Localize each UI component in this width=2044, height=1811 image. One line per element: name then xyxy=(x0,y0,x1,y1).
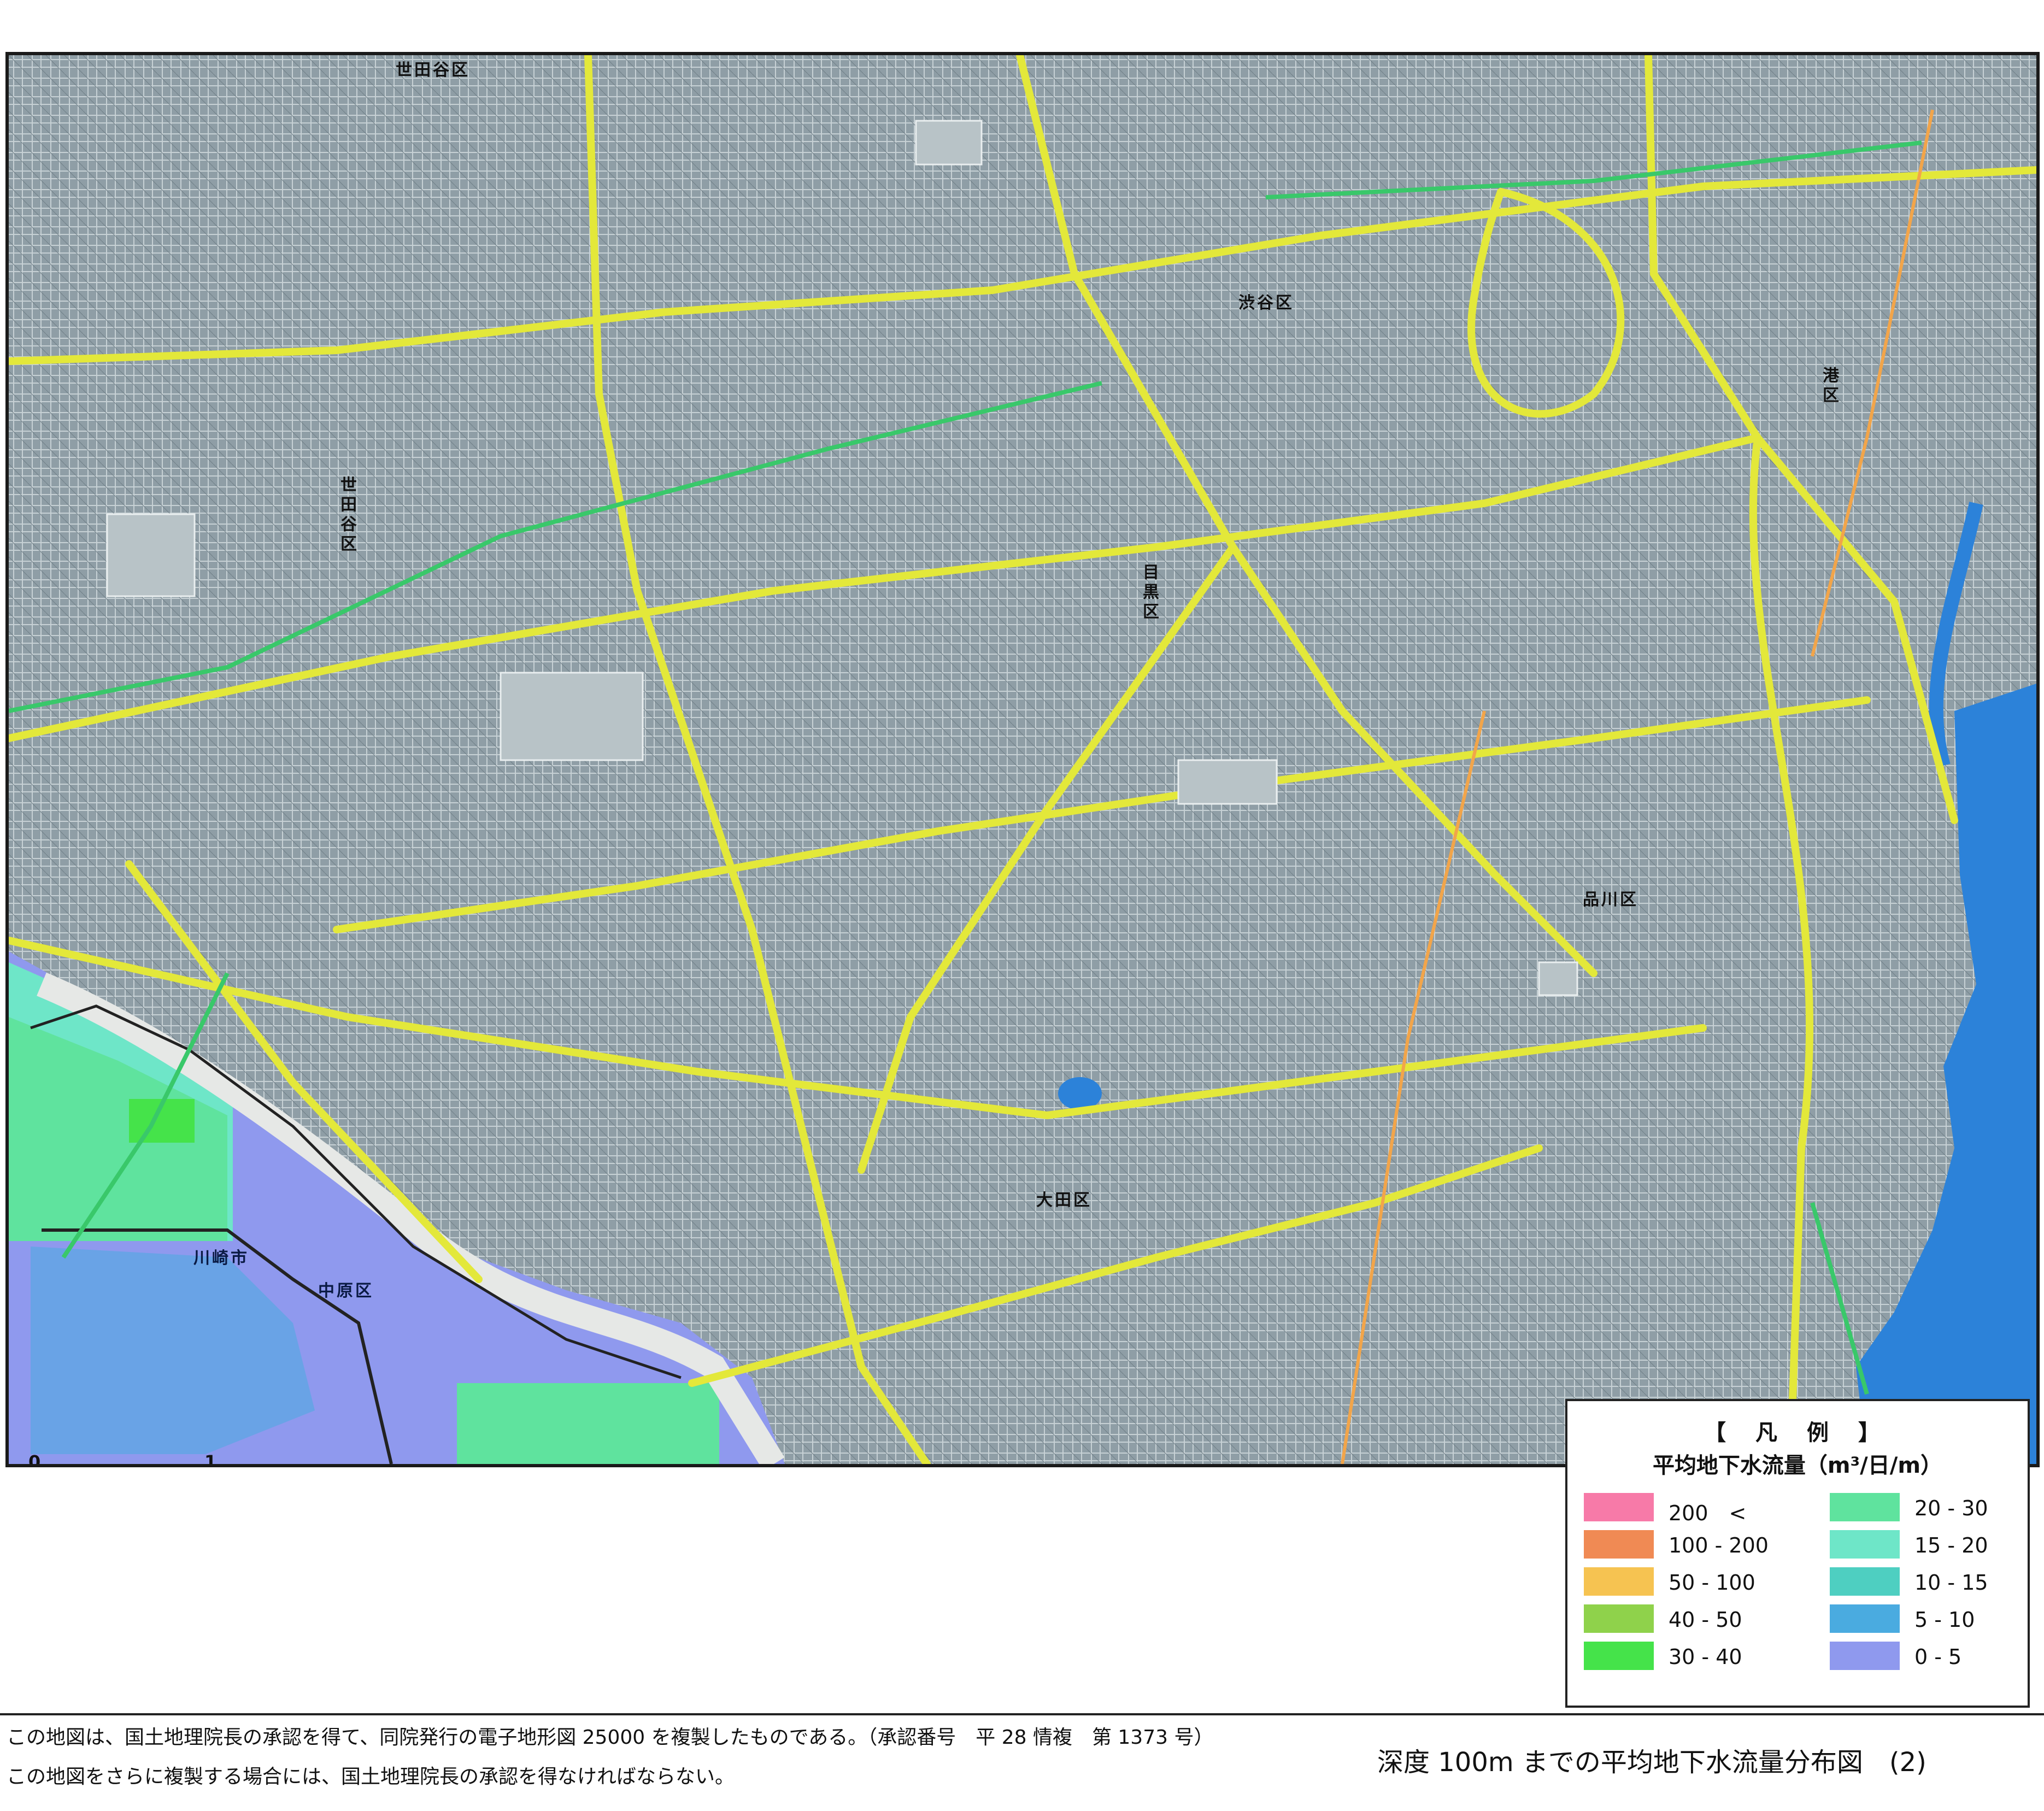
ward-label-shibuya: 渋谷区 xyxy=(1238,293,1294,313)
legend-swatch xyxy=(1584,1530,1654,1559)
legend-swatch xyxy=(1830,1642,1900,1670)
legend-swatch xyxy=(1830,1493,1900,1521)
scale-zero-label: 0 xyxy=(28,1451,41,1467)
legend-swatch xyxy=(1584,1493,1654,1521)
legend-box: 【 凡 例 】 平均地下水流量（m³/日/m） 200 < 100 - 200 … xyxy=(1565,1399,2030,1708)
legend-swatch xyxy=(1584,1604,1654,1633)
legend-label: 50 - 100 xyxy=(1669,1571,1755,1595)
ward-label-nakahara: 中原区 xyxy=(318,1281,374,1301)
copyright-note: この地図は、国土地理院長の承認を得て、同院発行の電子地形図 25000 を複製し… xyxy=(7,1726,1214,1749)
ward-label-meguro: 目黒区 xyxy=(1140,563,1159,622)
ward-label-shinagawa: 品川区 xyxy=(1583,890,1638,909)
legend-swatch xyxy=(1830,1530,1900,1559)
footer-divider xyxy=(0,1713,2044,1715)
legend-label: 100 - 200 xyxy=(1669,1533,1769,1557)
scale-one-label: 1 xyxy=(204,1451,217,1467)
legend-label: 0 - 5 xyxy=(1914,1645,1962,1669)
pond xyxy=(1058,1077,1102,1110)
legend-title: 【 凡 例 】 xyxy=(1704,1420,1891,1445)
legend-subtitle: 平均地下水流量（m³/日/m） xyxy=(1652,1453,1943,1478)
legend-label: 200 < xyxy=(1669,1501,1747,1525)
scale-bar: 0 1 km xyxy=(28,1451,217,1467)
legend-label: 10 - 15 xyxy=(1914,1571,1988,1595)
legend-swatch xyxy=(1830,1567,1900,1596)
figure-frame: 世田谷区 世田谷区 渋谷区 港区 目黒区 品川区 大田区 川崎市 中原区 0 1… xyxy=(0,0,2044,1811)
base-map[interactable]: 世田谷区 世田谷区 渋谷区 港区 目黒区 品川区 大田区 川崎市 中原区 0 1… xyxy=(5,52,2040,1467)
map-title: 深度 100m までの平均地下水流量分布図 (2) xyxy=(1377,1747,1926,1778)
legend-label: 15 - 20 xyxy=(1914,1533,1988,1557)
legend-swatch xyxy=(1584,1567,1654,1596)
reproduction-note: この地図をさらに複製する場合には、国土地理院長の承認を得なければならない。 xyxy=(7,1766,735,1788)
legend-label: 20 - 30 xyxy=(1914,1496,1988,1520)
ward-label-ota: 大田区 xyxy=(1036,1191,1092,1210)
map-graphics xyxy=(9,55,2036,1464)
legend-label: 30 - 40 xyxy=(1669,1645,1742,1669)
legend-label: 40 - 50 xyxy=(1669,1608,1742,1632)
ward-label-setagaya-north: 世田谷区 xyxy=(396,61,470,80)
legend-label: 5 - 10 xyxy=(1914,1608,1975,1632)
ward-label-minato: 港区 xyxy=(1819,367,1839,406)
legend-swatch xyxy=(1830,1604,1900,1633)
flow-zone-20-30-south xyxy=(457,1383,719,1464)
ward-label-setagaya: 世田谷区 xyxy=(337,476,356,555)
city-label-kawasaki: 川崎市 xyxy=(193,1249,249,1268)
legend-swatch xyxy=(1584,1642,1654,1670)
